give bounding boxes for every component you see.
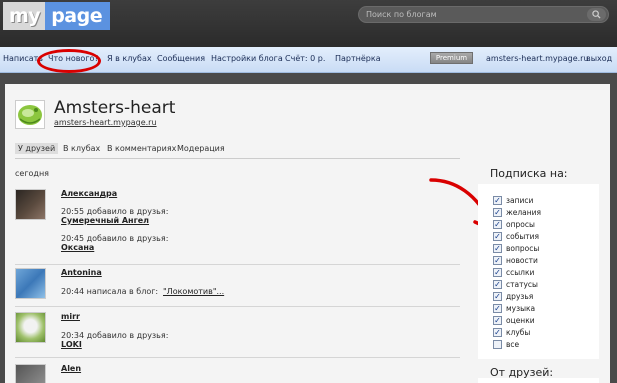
- subscribe-label: желания: [506, 208, 542, 217]
- checkbox-checked[interactable]: ✓: [493, 208, 502, 217]
- blog-url-link[interactable]: amsters-heart.mypage.ru: [54, 118, 157, 127]
- avatar[interactable]: [15, 189, 46, 220]
- subscribe-label: ссылки: [506, 268, 535, 277]
- feed-item: Александра 20:55 добавило в друзья: Суме…: [15, 189, 460, 259]
- feed-username[interactable]: Antonina: [61, 268, 102, 277]
- subscribe-option[interactable]: ✓ статусы: [493, 279, 538, 290]
- feed-event-text: 20:45 добавило в друзья:: [61, 234, 169, 243]
- subscribe-label: клубы: [506, 328, 531, 337]
- blog-title: Amsters-heart: [54, 98, 176, 118]
- from-friends-panel: [478, 378, 599, 383]
- nav-my-clubs[interactable]: Я в клубах: [107, 54, 152, 63]
- green-heart-logo-icon: [18, 105, 42, 125]
- blog-avatar[interactable]: [15, 100, 45, 129]
- premium-button[interactable]: Premium: [430, 52, 473, 64]
- checkbox-checked[interactable]: ✓: [493, 316, 502, 325]
- subscribe-title: Подписка на:: [490, 167, 568, 180]
- checkbox-checked[interactable]: ✓: [493, 304, 502, 313]
- search-input[interactable]: [366, 8, 581, 21]
- checkbox-checked[interactable]: ✓: [493, 220, 502, 229]
- subscribe-option[interactable]: ✓ события: [493, 231, 539, 242]
- checkbox-checked[interactable]: ✓: [493, 280, 502, 289]
- checkbox-checked[interactable]: ✓: [493, 256, 502, 265]
- nav-blog-url[interactable]: amsters-heart.mypage.ru: [486, 54, 589, 63]
- day-label: сегодня: [15, 169, 49, 178]
- subscribe-option[interactable]: ✓ друзья: [493, 291, 533, 302]
- feed-item: mirr 20:34 добавило в друзья: LOKI: [15, 312, 460, 349]
- feed-event-text: 20:34 добавило в друзья:: [61, 331, 169, 340]
- tab-clubs[interactable]: В клубах: [60, 143, 103, 154]
- subscribe-option[interactable]: ✓ желания: [493, 207, 541, 218]
- feed-username[interactable]: mirr: [61, 312, 80, 321]
- red-annotation-circle: [37, 49, 101, 73]
- checkbox-checked[interactable]: ✓: [493, 196, 502, 205]
- logo-page-text: page: [45, 2, 111, 30]
- subscribe-option[interactable]: ✓ музыка: [493, 303, 535, 314]
- tab-comments[interactable]: В комментариях: [104, 143, 179, 154]
- feed-event-link[interactable]: "Локомотив"...: [163, 287, 224, 296]
- avatar[interactable]: [15, 364, 46, 383]
- subscribe-label: оценки: [506, 316, 535, 325]
- feed-event-link[interactable]: Сумеречный Ангел: [61, 216, 149, 225]
- tab-divider: [15, 158, 460, 159]
- feed-item: Antonina 20:44 написала в блог: "Локомот…: [15, 268, 460, 302]
- tab-friends[interactable]: У друзей: [15, 143, 59, 154]
- subscribe-label: все: [506, 340, 520, 349]
- feed-separator: [15, 306, 460, 307]
- checkbox-checked[interactable]: ✓: [493, 268, 502, 277]
- top-header: my page: [0, 0, 617, 47]
- feed-separator: [15, 357, 460, 358]
- checkbox-unchecked[interactable]: [493, 340, 502, 349]
- feed-event-text: 20:55 добавило в друзья:: [61, 207, 169, 216]
- checkbox-checked[interactable]: ✓: [493, 232, 502, 241]
- site-logo[interactable]: my page: [3, 2, 111, 30]
- nav-messages[interactable]: Сообщения: [157, 54, 205, 63]
- subscribe-label: вопросы: [506, 244, 540, 253]
- avatar[interactable]: [15, 312, 46, 343]
- subscribe-option[interactable]: ✓ оценки: [493, 315, 535, 326]
- feed-item: Alen: [15, 364, 460, 383]
- subscribe-label: опросы: [506, 220, 535, 229]
- nav-account-balance[interactable]: Счёт: 0 р.: [285, 54, 325, 63]
- feed-event-link[interactable]: Оксана: [61, 243, 94, 252]
- search-icon: [592, 10, 601, 19]
- subscribe-label: события: [506, 232, 540, 241]
- nav-partner[interactable]: Партнёрка: [335, 54, 381, 63]
- subscribe-label: записи: [506, 196, 534, 205]
- feed-separator: [15, 264, 460, 265]
- subscribe-label: статусы: [506, 280, 538, 289]
- subscribe-option[interactable]: ✓ записи: [493, 195, 533, 206]
- nav-blog-settings[interactable]: Настройки блога: [211, 54, 283, 63]
- subscribe-option[interactable]: все: [493, 339, 519, 350]
- subscribe-label: друзья: [506, 292, 534, 301]
- search-box: [358, 6, 609, 23]
- avatar[interactable]: [15, 268, 46, 299]
- subscribe-option[interactable]: ✓ вопросы: [493, 243, 539, 254]
- logo-my-text: my: [3, 2, 46, 30]
- feed-event-text: 20:44 написала в блог:: [61, 287, 159, 296]
- subscribe-option[interactable]: ✓ клубы: [493, 327, 530, 338]
- subscribe-label: музыка: [506, 304, 536, 313]
- subscribe-option[interactable]: ✓ новости: [493, 255, 538, 266]
- checkbox-checked[interactable]: ✓: [493, 328, 502, 337]
- search-button[interactable]: [587, 8, 606, 21]
- feed-username[interactable]: Alen: [61, 364, 81, 373]
- subscribe-option[interactable]: ✓ ссылки: [493, 267, 534, 278]
- subscribe-option[interactable]: ✓ опросы: [493, 219, 535, 230]
- feed-event-link[interactable]: LOKI: [61, 340, 82, 349]
- nav-logout[interactable]: выход: [586, 54, 612, 63]
- subscribe-label: новости: [506, 256, 538, 265]
- checkbox-checked[interactable]: ✓: [493, 244, 502, 253]
- checkbox-checked[interactable]: ✓: [493, 292, 502, 301]
- tab-moderation[interactable]: Модерация: [174, 143, 228, 154]
- feed-username[interactable]: Александра: [61, 189, 117, 198]
